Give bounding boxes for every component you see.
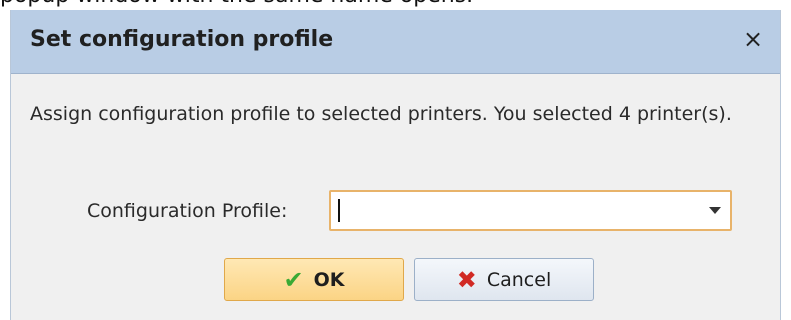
dialog-message: Assign configuration profile to selected… — [30, 103, 732, 125]
x-icon: ✖ — [456, 265, 477, 294]
configuration-profile-label: Configuration Profile: — [87, 200, 288, 222]
text-cursor — [338, 199, 340, 222]
configuration-profile-row: Configuration Profile: — [11, 190, 780, 234]
set-configuration-profile-dialog: Set configuration profile × Assign confi… — [10, 10, 781, 320]
dialog-titlebar: Set configuration profile × — [11, 10, 780, 74]
page: popup window with the same name opens. S… — [0, 0, 791, 320]
background-caption: popup window with the same name opens. — [0, 0, 791, 10]
ok-button-label: OK — [313, 268, 345, 291]
configuration-profile-select[interactable] — [329, 190, 732, 231]
chevron-down-icon[interactable] — [709, 207, 721, 214]
close-icon[interactable]: × — [736, 22, 770, 56]
dialog-title: Set configuration profile — [30, 27, 334, 52]
cancel-button-label: Cancel — [486, 268, 552, 291]
cancel-button[interactable]: ✖ Cancel — [414, 258, 594, 301]
ok-button[interactable]: ✔ OK — [224, 258, 404, 301]
dialog-buttons: ✔ OK ✖ Cancel — [11, 258, 780, 302]
checkmark-icon: ✔ — [283, 265, 304, 294]
